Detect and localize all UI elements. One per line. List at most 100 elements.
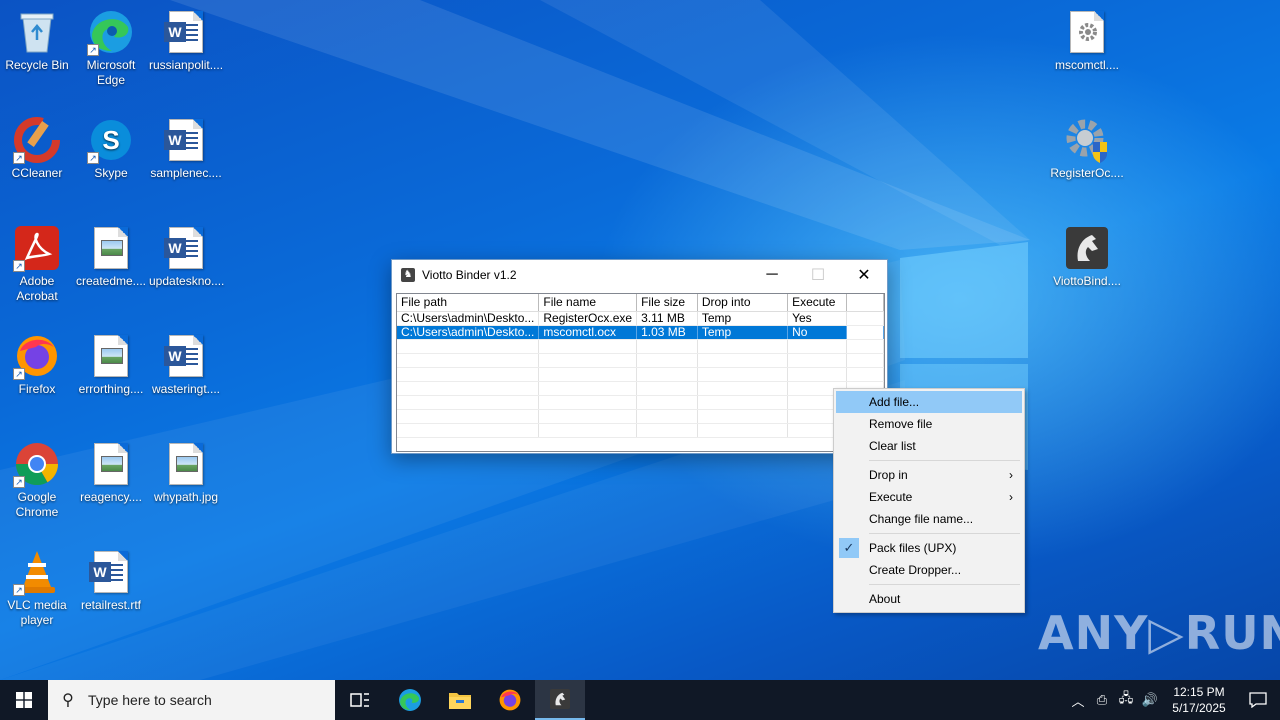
menu-item-change-file-name[interactable]: Change file name... [836, 508, 1022, 530]
column-header-file-size[interactable]: File size [636, 294, 698, 312]
desktop-icon-createdme[interactable]: createdme.... [74, 224, 148, 289]
column-header-drop-into[interactable]: Drop into [697, 294, 789, 312]
cell-execute: No [787, 325, 847, 340]
file-table: File path File name File size Drop into … [397, 294, 884, 438]
menu-item-about[interactable]: About [836, 588, 1022, 610]
clock-date: 5/17/2025 [1172, 701, 1226, 715]
word-doc-icon: W [162, 332, 210, 380]
tray-device-icon[interactable]: ⎙ [1090, 680, 1114, 720]
taskbar-file-explorer-button[interactable] [435, 680, 485, 720]
taskbar-edge-button[interactable] [385, 680, 435, 720]
menu-item-pack-files[interactable]: ✓ Pack files (UPX) [836, 537, 1022, 559]
cell-empty [846, 311, 884, 326]
taskbar-search-box[interactable]: ⚲ Type here to search [48, 680, 335, 720]
shortcut-arrow-icon: ↗ [13, 584, 25, 596]
task-view-button[interactable] [335, 680, 385, 720]
menu-item-label: Clear list [869, 439, 916, 453]
desktop-icon-label: mscomctl.... [1054, 58, 1119, 72]
start-button[interactable] [0, 680, 48, 720]
desktop-icon-mscomctl[interactable]: mscomctl.... [1050, 8, 1124, 73]
cell-path: C:\Users\admin\Deskto... [397, 325, 540, 340]
file-list-view[interactable]: File path File name File size Drop into … [396, 293, 885, 452]
cell-size: 3.11 MB [636, 311, 698, 326]
cell-size: 1.03 MB [636, 325, 698, 340]
word-doc-icon: W [162, 224, 210, 272]
window-title: Viotto Binder v1.2 [422, 268, 517, 282]
app-icon: ♞ [401, 268, 415, 282]
table-row[interactable]: C:\Users\admin\Deskto... RegisterOcx.exe… [397, 311, 884, 326]
desktop-icon-label: VLC media player [7, 598, 67, 627]
desktop-icon-label: whypath.jpg [153, 490, 219, 504]
desktop-icon-samplenec[interactable]: W samplenec.... [149, 116, 223, 181]
column-header-file-name[interactable]: File name [538, 294, 638, 312]
desktop-icon-retailrest[interactable]: W retailrest.rtf [74, 548, 148, 613]
desktop-icon-russianpolit[interactable]: W russianpolit.... [149, 8, 223, 73]
desktop-icon-whypath[interactable]: whypath.jpg [149, 440, 223, 505]
table-row-selected[interactable]: C:\Users\admin\Deskto... mscomctl.ocx 1.… [397, 325, 884, 340]
column-header-execute[interactable]: Execute [787, 294, 847, 312]
anyrun-watermark: ANY▷RUN [1038, 606, 1280, 660]
desktop-icon-recycle-bin[interactable]: Recycle Bin [0, 8, 74, 73]
desktop-icon-skype[interactable]: S ↗ Skype [74, 116, 148, 181]
desktop-icon-google-chrome[interactable]: ↗ Google Chrome [0, 440, 74, 520]
empty-row [397, 339, 884, 354]
menu-item-remove-file[interactable]: Remove file [836, 413, 1022, 435]
taskbar-viotto-binder-button[interactable] [535, 680, 585, 720]
windows-start-icon [16, 692, 32, 708]
desktop-icon-wasteringt[interactable]: W wasteringt.... [149, 332, 223, 397]
desktop-icon-label: Firefox [18, 382, 56, 396]
desktop-icon-errorthing[interactable]: errorthing.... [74, 332, 148, 397]
desktop-icon-firefox[interactable]: ↗ Firefox [0, 332, 74, 397]
desktop-icon-label: RegisterOc.... [1050, 166, 1124, 180]
desktop-icon-label: Skype [94, 166, 128, 180]
desktop-icon-label: createdme.... [75, 274, 147, 288]
tray-volume-icon[interactable]: 🔊 [1138, 680, 1162, 720]
menu-item-label: Change file name... [869, 512, 974, 526]
taskbar-firefox-button[interactable] [485, 680, 535, 720]
taskbar: ⚲ Type here to search ︿ ⎙ 🖧 🔊 12:15 PM 5… [0, 680, 1280, 720]
task-view-icon [350, 693, 369, 707]
tray-overflow-chevron-icon[interactable]: ︿ [1066, 680, 1090, 720]
close-button[interactable]: ✕ [841, 260, 887, 290]
menu-item-add-file[interactable]: Add file... [836, 391, 1022, 413]
menu-item-label: Pack files (UPX) [869, 541, 957, 555]
menu-item-execute[interactable]: Execute › [836, 486, 1022, 508]
clock-time: 12:15 PM [1173, 685, 1225, 699]
context-menu[interactable]: Add file... Remove file Clear list Drop … [833, 388, 1025, 613]
minimize-button[interactable]: ─ [749, 260, 795, 290]
title-bar[interactable]: ♞ Viotto Binder v1.2 ─ ☐ ✕ [392, 260, 887, 290]
desktop-icon-vlc[interactable]: ↗ VLC media player [0, 548, 74, 628]
viotto-binder-icon [550, 689, 570, 709]
empty-row [397, 367, 884, 382]
viotto-binder-window[interactable]: ♞ Viotto Binder v1.2 ─ ☐ ✕ File path Fil… [391, 259, 888, 454]
image-file-icon [87, 440, 135, 488]
taskbar-clock[interactable]: 12:15 PM 5/17/2025 [1162, 684, 1236, 716]
desktop-icon-updateskno[interactable]: W updateskno.... [149, 224, 224, 289]
action-center-button[interactable] [1236, 680, 1280, 720]
cell-name: RegisterOcx.exe [538, 311, 638, 326]
search-placeholder: Type here to search [88, 692, 212, 708]
acrobat-icon: ↗ [13, 224, 61, 272]
checkmark-icon: ✓ [839, 538, 859, 558]
ccleaner-icon: ↗ [13, 116, 61, 164]
menu-item-label: Drop in [869, 468, 908, 482]
menu-item-drop-in[interactable]: Drop in › [836, 464, 1022, 486]
desktop-icon-viottobinder[interactable]: ViottoBind.... [1050, 224, 1124, 289]
tray-network-icon[interactable]: 🖧 [1114, 680, 1138, 720]
desktop-icon-ccleaner[interactable]: ↗ CCleaner [0, 116, 74, 181]
desktop-icon-adobe-acrobat[interactable]: ↗ Adobe Acrobat [0, 224, 74, 304]
cell-execute: Yes [787, 311, 847, 326]
submenu-arrow-icon: › [1009, 490, 1013, 504]
vlc-icon: ↗ [13, 548, 61, 596]
menu-item-label: Remove file [869, 417, 933, 431]
system-tray: ︿ ⎙ 🖧 🔊 12:15 PM 5/17/2025 [1066, 680, 1280, 720]
menu-separator [869, 533, 1020, 534]
desktop-icon-registerocx[interactable]: RegisterOc.... [1050, 116, 1124, 181]
desktop-icon-microsoft-edge[interactable]: ↗ Microsoft Edge [74, 8, 148, 88]
menu-item-create-dropper[interactable]: Create Dropper... [836, 559, 1022, 581]
desktop-icon-label: retailrest.rtf [80, 598, 141, 612]
table-header: File path File name File size Drop into … [397, 294, 884, 312]
column-header-file-path[interactable]: File path [397, 294, 540, 312]
desktop-icon-reagency[interactable]: reagency.... [74, 440, 148, 505]
menu-item-clear-list[interactable]: Clear list [836, 435, 1022, 457]
